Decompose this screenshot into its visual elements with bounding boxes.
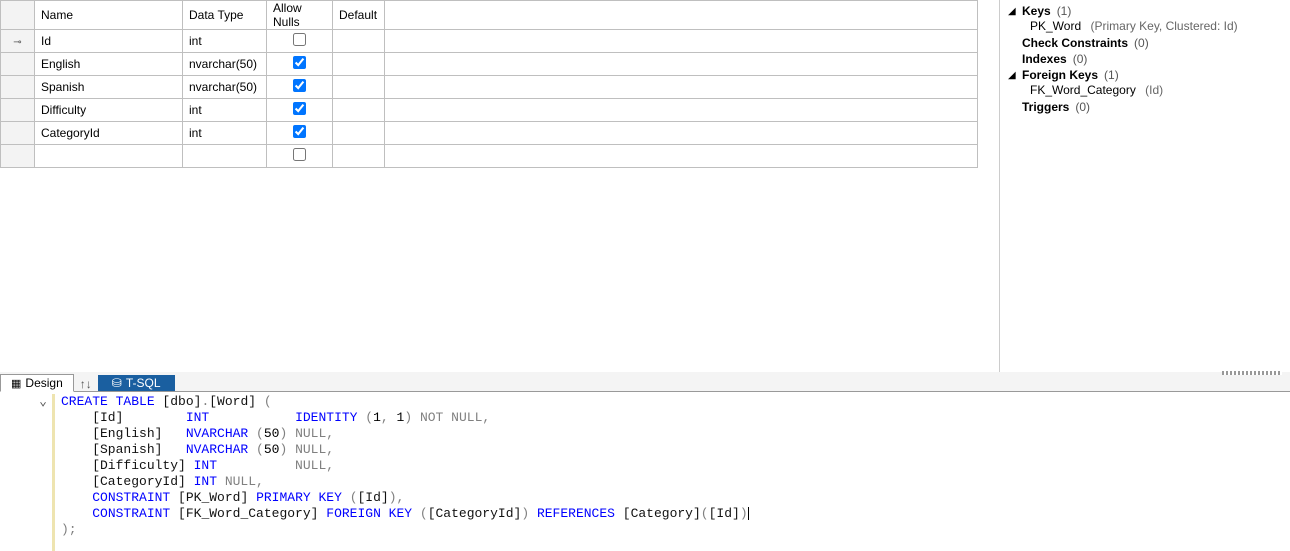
cell-filler — [385, 145, 978, 168]
allow-nulls-checkbox[interactable] — [293, 102, 306, 115]
table-row[interactable]: CategoryIdint — [1, 122, 978, 145]
table-icon: ▦ — [11, 377, 21, 390]
indexes-count: (0) — [1073, 52, 1088, 66]
cell-default[interactable] — [333, 99, 385, 122]
check-constraints-header[interactable]: Check Constraints (0) — [1008, 36, 1282, 50]
fks-item[interactable]: FK_Word_Category (Id) — [1008, 82, 1282, 98]
row-header[interactable] — [1, 76, 35, 99]
row-header[interactable] — [1, 53, 35, 76]
check-label: Check Constraints — [1022, 36, 1128, 50]
triggers-count: (0) — [1075, 100, 1090, 114]
tab-scroll-buttons[interactable]: ↑↓ — [74, 377, 98, 391]
cell-allownulls[interactable] — [267, 53, 333, 76]
row-header[interactable] — [1, 99, 35, 122]
properties-panel: ◢ Keys (1) PK_Word (Primary Key, Cluster… — [1000, 0, 1290, 372]
cell-default[interactable] — [333, 30, 385, 53]
indexes-header[interactable]: Indexes (0) — [1008, 52, 1282, 66]
fks-label: Foreign Keys — [1022, 68, 1098, 82]
fk-name: FK_Word_Category — [1030, 83, 1136, 97]
cell-name[interactable]: Difficulty — [35, 99, 183, 122]
cell-name[interactable]: Spanish — [35, 76, 183, 99]
col-header-datatype[interactable]: Data Type — [183, 1, 267, 30]
allow-nulls-checkbox[interactable] — [293, 125, 306, 138]
allow-nulls-checkbox[interactable] — [293, 56, 306, 69]
keys-label: Keys — [1022, 4, 1051, 18]
row-header[interactable] — [1, 145, 35, 168]
row-header[interactable] — [1, 122, 35, 145]
splitter-handle[interactable] — [1222, 371, 1282, 375]
cell-filler — [385, 76, 978, 99]
col-header-default[interactable]: Default — [333, 1, 385, 30]
fks-count: (1) — [1104, 68, 1119, 82]
keys-section-header[interactable]: ◢ Keys (1) — [1008, 4, 1282, 18]
cell-datatype[interactable]: int — [183, 122, 267, 145]
cell-allownulls[interactable] — [267, 30, 333, 53]
tab-tsql[interactable]: ⛁ T-SQL — [98, 375, 175, 391]
cell-filler — [385, 53, 978, 76]
text-cursor — [748, 507, 749, 520]
script-tabstrip: ▦ Design ↑↓ ⛁ T-SQL — [0, 372, 1290, 392]
triggers-label: Triggers — [1022, 100, 1069, 114]
cell-datatype[interactable]: nvarchar(50) — [183, 53, 267, 76]
select-all-corner[interactable] — [1, 1, 35, 30]
tab-design[interactable]: ▦ Design — [0, 374, 74, 392]
fk-detail: (Id) — [1145, 83, 1163, 97]
expand-icon: ◢ — [1008, 6, 1018, 17]
cell-datatype[interactable]: nvarchar(50) — [183, 76, 267, 99]
table-designer-panel: Name Data Type Allow Nulls Default ⊸Idin… — [0, 0, 1000, 372]
check-count: (0) — [1134, 36, 1149, 50]
table-row-new[interactable] — [1, 145, 978, 168]
cell-datatype[interactable]: int — [183, 99, 267, 122]
sql-icon: ⛁ — [112, 376, 122, 390]
sql-editor[interactable]: ⌄ CREATE TABLE [dbo].[Word] ( [Id] INT I… — [0, 392, 1290, 551]
cell-filler — [385, 99, 978, 122]
cell-allownulls[interactable] — [267, 145, 333, 168]
allow-nulls-checkbox[interactable] — [293, 33, 306, 46]
pk-name: PK_Word — [1030, 19, 1081, 33]
keys-count: (1) — [1057, 4, 1072, 18]
col-header-allownulls[interactable]: Allow Nulls — [267, 1, 333, 30]
cell-allownulls[interactable] — [267, 76, 333, 99]
cell-name[interactable]: Id — [35, 30, 183, 53]
col-header-filler — [385, 1, 978, 30]
indexes-label: Indexes — [1022, 52, 1067, 66]
triggers-header[interactable]: Triggers (0) — [1008, 100, 1282, 114]
allow-nulls-checkbox[interactable] — [293, 148, 306, 161]
cell-default[interactable] — [333, 122, 385, 145]
sql-text[interactable]: CREATE TABLE [dbo].[Word] ( [Id] INT IDE… — [55, 394, 749, 551]
cell-default[interactable] — [333, 145, 385, 168]
col-header-name[interactable]: Name — [35, 1, 183, 30]
table-row[interactable]: Spanishnvarchar(50) — [1, 76, 978, 99]
pk-detail: (Primary Key, Clustered: Id) — [1090, 19, 1237, 33]
cell-default[interactable] — [333, 53, 385, 76]
row-header[interactable]: ⊸ — [1, 30, 35, 53]
cell-name[interactable]: English — [35, 53, 183, 76]
tab-design-label: Design — [25, 376, 62, 390]
foreign-keys-header[interactable]: ◢ Foreign Keys (1) — [1008, 68, 1282, 82]
keys-item[interactable]: PK_Word (Primary Key, Clustered: Id) — [1008, 18, 1282, 34]
cell-allownulls[interactable] — [267, 99, 333, 122]
cell-allownulls[interactable] — [267, 122, 333, 145]
expand-icon: ◢ — [1008, 70, 1018, 81]
cell-name[interactable] — [35, 145, 183, 168]
table-row[interactable]: Englishnvarchar(50) — [1, 53, 978, 76]
cell-default[interactable] — [333, 76, 385, 99]
tab-tsql-label: T-SQL — [126, 376, 161, 390]
table-row[interactable]: ⊸ Idint — [1, 30, 978, 53]
cell-filler — [385, 30, 978, 53]
cell-datatype[interactable] — [183, 145, 267, 168]
table-row[interactable]: Difficultyint — [1, 99, 978, 122]
fold-toggle[interactable]: ⌄ — [36, 394, 50, 551]
columns-grid[interactable]: Name Data Type Allow Nulls Default ⊸Idin… — [0, 0, 978, 168]
allow-nulls-checkbox[interactable] — [293, 79, 306, 92]
primary-key-icon: ⊸ — [13, 37, 21, 48]
cell-datatype[interactable]: int — [183, 30, 267, 53]
cell-filler — [385, 122, 978, 145]
cell-name[interactable]: CategoryId — [35, 122, 183, 145]
